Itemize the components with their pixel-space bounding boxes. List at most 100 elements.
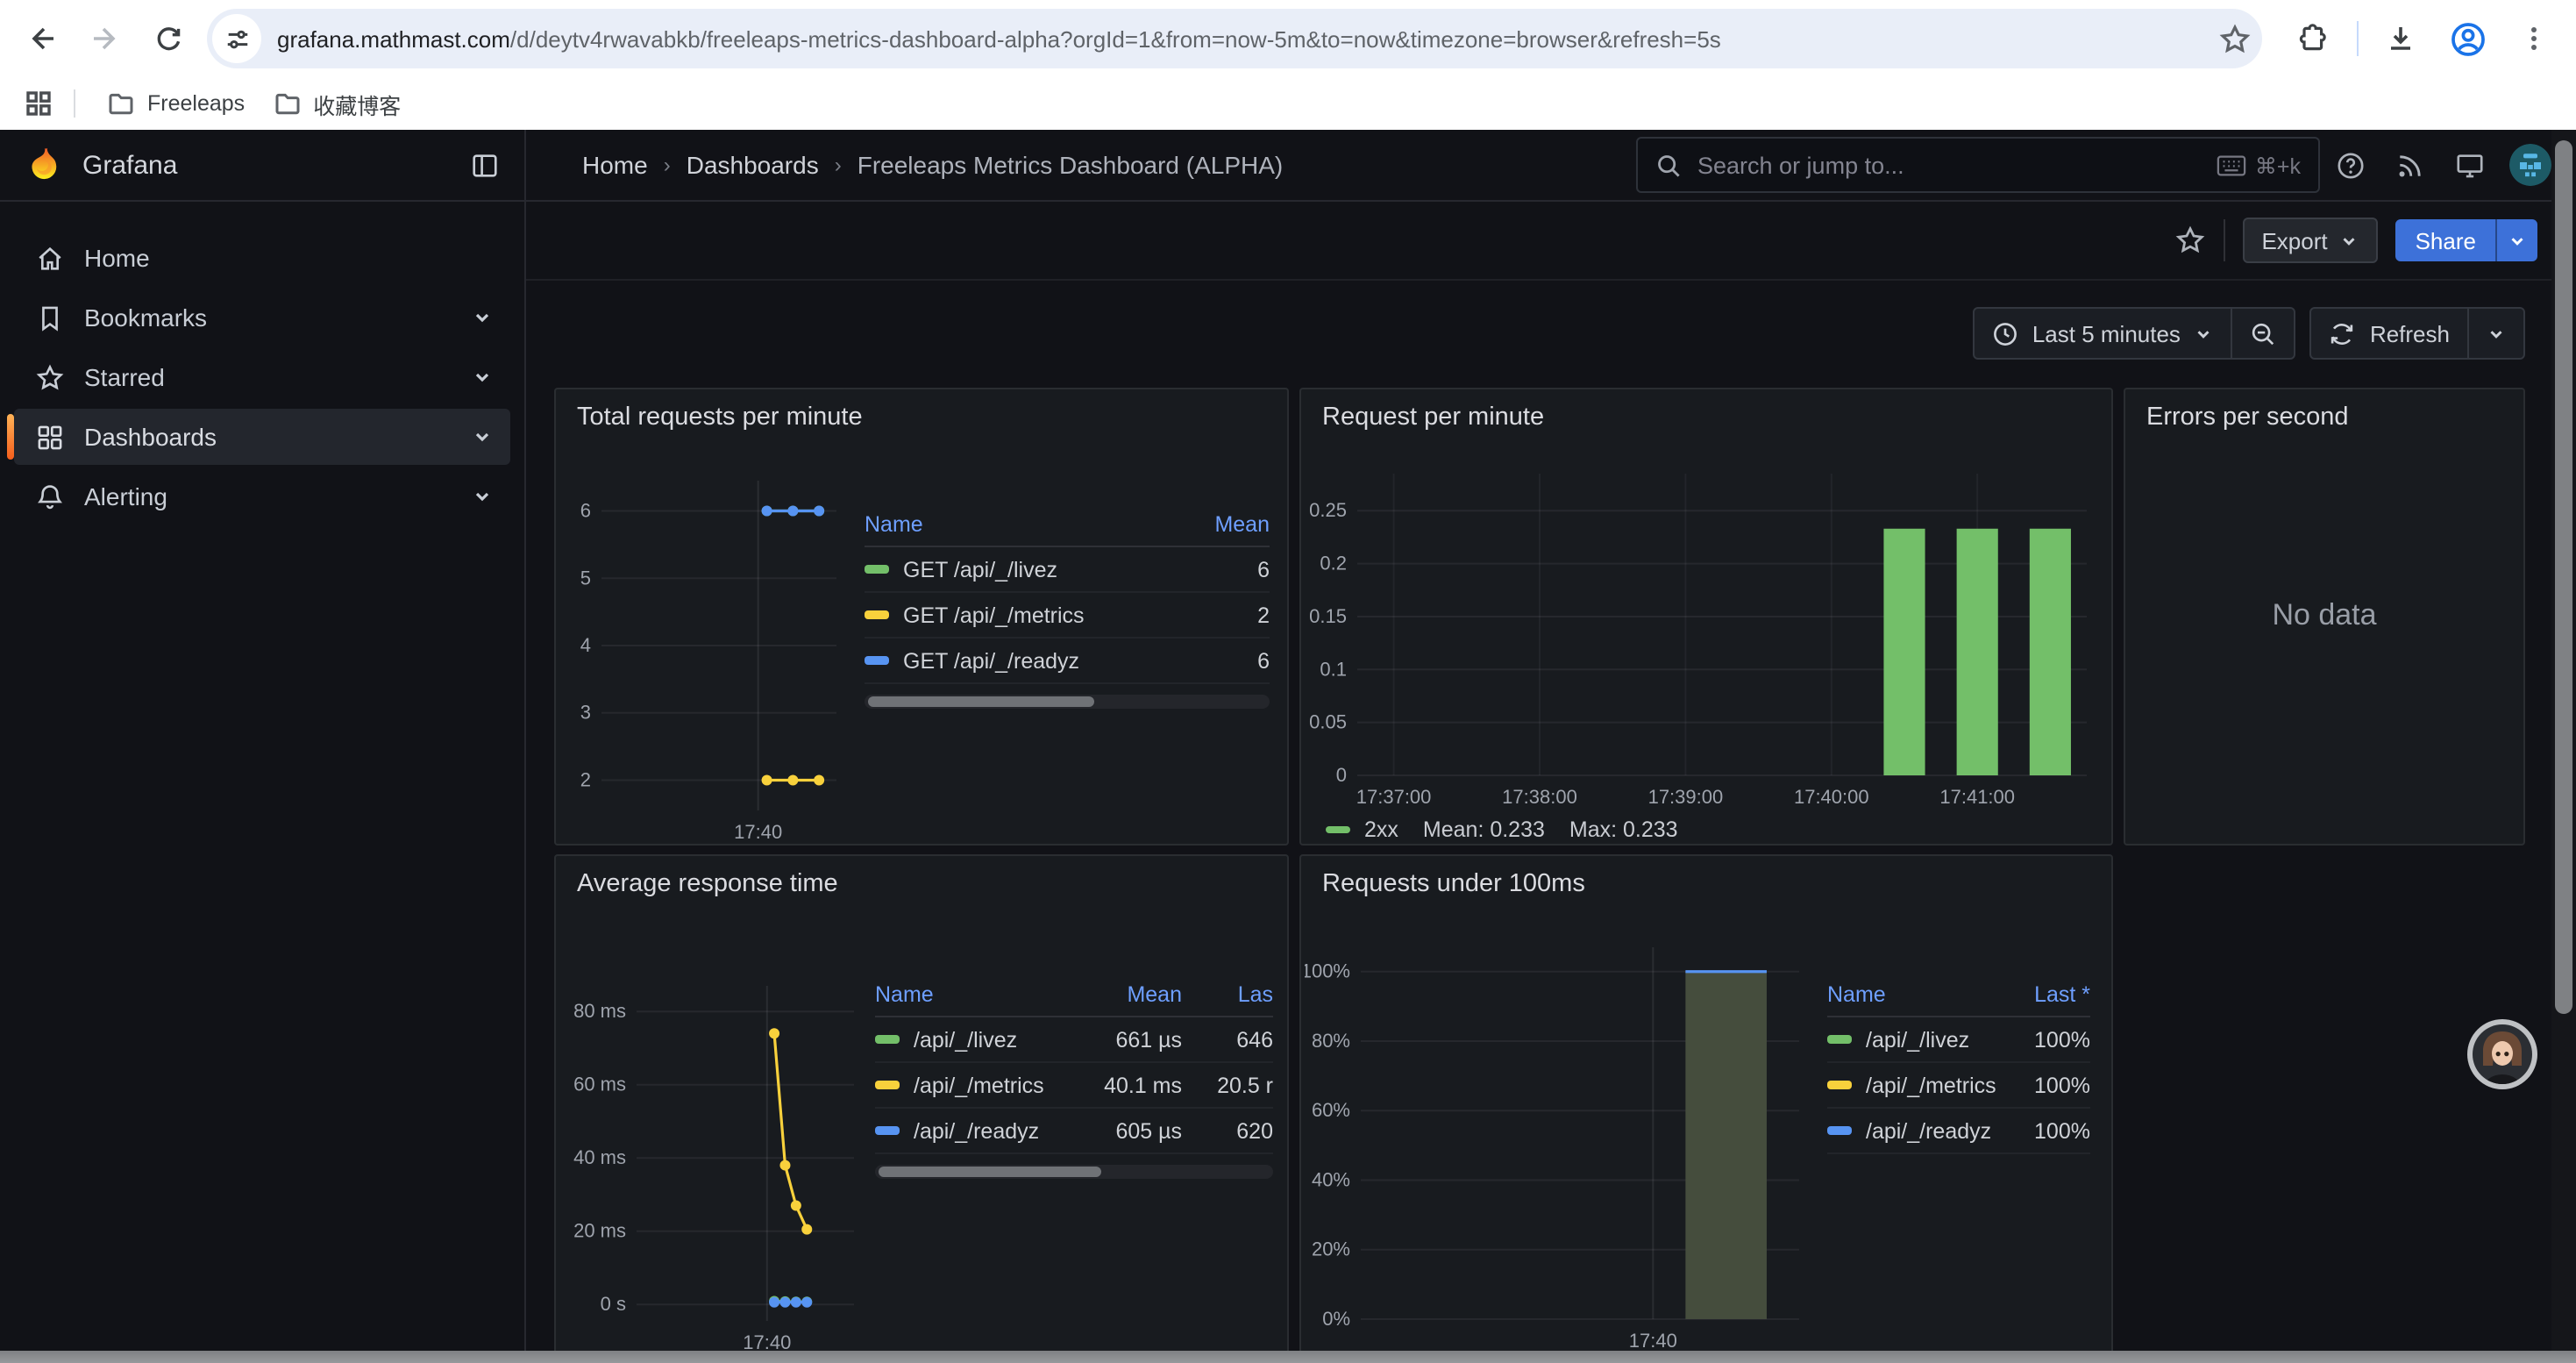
profile-icon[interactable] <box>2443 14 2492 63</box>
legend-row[interactable]: /api/_/livez100% <box>1827 1017 2090 1063</box>
panel-errors-per-second[interactable]: Errors per second No data <box>2124 388 2525 846</box>
legend-row[interactable]: /api/_/livez661 µs646 <box>875 1017 1273 1063</box>
panel-total-requests[interactable]: Total requests per minute 6543217:40 Nam… <box>554 388 1289 846</box>
legend-item[interactable]: 2xx <box>1326 817 1398 842</box>
legend-column-header[interactable]: Mean <box>1077 982 1182 1007</box>
zoom-out-icon <box>2251 320 2277 346</box>
legend-row[interactable]: /api/_/readyz605 µs620 <box>875 1109 1273 1154</box>
chart-legend[interactable]: 2xx Mean: 0.233 Max: 0.233 <box>1326 817 1678 842</box>
refresh-button[interactable]: Refresh <box>2312 309 2467 358</box>
export-button[interactable]: Export <box>2242 218 2378 263</box>
bell-icon <box>35 482 65 511</box>
page-scrollbar[interactable] <box>2551 130 2576 1351</box>
legend-table[interactable]: NameMean Las/api/_/livez661 µs646/api/_/m… <box>875 979 1273 1179</box>
bookmark-label: Freeleaps <box>147 91 245 116</box>
downloads-icon[interactable] <box>2376 14 2425 63</box>
chevron-down-icon[interactable] <box>472 367 493 388</box>
share-label[interactable]: Share <box>2396 219 2495 261</box>
time-range-picker[interactable]: Last 5 minutes <box>1975 309 2231 358</box>
extensions-icon[interactable] <box>2287 14 2336 63</box>
search-icon <box>1655 152 1682 178</box>
sidebar-item-home[interactable]: Home <box>14 230 510 286</box>
toolbar-divider <box>2357 21 2359 56</box>
sidebar-item-starred[interactable]: Starred <box>14 349 510 405</box>
bookmark-folder-freeleaps[interactable]: Freeleaps <box>93 82 259 125</box>
help-icon[interactable] <box>2320 150 2380 180</box>
assistant-avatar[interactable] <box>2467 1019 2537 1089</box>
legend-item[interactable]: Mean: 0.233 <box>1423 817 1545 842</box>
legend-column-header[interactable]: Mean <box>1189 512 1270 537</box>
sidebar-item-alerting[interactable]: Alerting <box>14 468 510 525</box>
legend-row[interactable]: GET /api/_/metrics2 <box>865 593 1270 639</box>
panel-title[interactable]: Request per minute <box>1301 389 2111 432</box>
legend-column-header[interactable]: Last * <box>2010 982 2090 1007</box>
bookmark-folder-blogs[interactable]: 收藏博客 <box>259 82 415 125</box>
legend-row[interactable]: GET /api/_/readyz6 <box>865 639 1270 684</box>
search-placeholder: Search or jump to... <box>1697 152 2217 178</box>
url-bar[interactable]: grafana.mathmast.com/d/deytv4rwavabkb/fr… <box>207 9 2262 68</box>
legend-column-header[interactable]: Name <box>1827 982 2010 1007</box>
panel-title[interactable]: Total requests per minute <box>556 389 1287 432</box>
forward-icon[interactable] <box>81 14 130 63</box>
reload-icon[interactable] <box>144 14 193 63</box>
breadcrumb-separator: › <box>835 153 842 177</box>
share-button[interactable]: Share <box>2396 219 2537 261</box>
user-avatar[interactable] <box>2509 144 2551 186</box>
window-bottom-edge <box>0 1351 2576 1363</box>
legend-item[interactable]: Max: 0.233 <box>1569 817 1678 842</box>
apps-grid-icon[interactable] <box>18 82 60 125</box>
news-icon[interactable] <box>2380 150 2439 180</box>
legend-column-header[interactable]: Name <box>875 982 1077 1007</box>
average-response-time-chart: 80 ms60 ms40 ms20 ms0 s17:40 <box>563 972 865 1351</box>
panel-title[interactable]: Requests under 100ms <box>1301 856 2111 898</box>
svg-text:0 s: 0 s <box>601 1293 626 1315</box>
scrollbar-thumb[interactable] <box>2555 140 2572 1014</box>
browser-menu-icon[interactable] <box>2509 14 2558 63</box>
bookmark-star-icon[interactable] <box>2218 22 2252 55</box>
legend-scrollbar[interactable] <box>865 695 1270 709</box>
legend-column-header[interactable]: Name <box>865 512 1189 537</box>
legend-column-header[interactable]: Las <box>1199 982 1273 1007</box>
legend-scrollbar[interactable] <box>875 1165 1273 1179</box>
legend-row[interactable]: /api/_/readyz100% <box>1827 1109 2090 1154</box>
grafana-logo-icon[interactable] <box>25 146 63 184</box>
zoom-out-button[interactable] <box>2231 309 2295 358</box>
share-menu-button[interactable] <box>2495 219 2537 261</box>
panel-average-response-time[interactable]: Average response time 80 ms60 ms40 ms20 … <box>554 854 1289 1351</box>
legend-row[interactable]: /api/_/metrics100% <box>1827 1063 2090 1109</box>
sidebar-item-bookmarks[interactable]: Bookmarks <box>14 289 510 346</box>
search-input[interactable]: Search or jump to... ⌘+k <box>1636 137 2320 193</box>
panel-request-per-minute[interactable]: Request per minute 0.250.20.150.10.05017… <box>1299 388 2113 846</box>
dock-sidebar-icon[interactable] <box>470 150 500 180</box>
chevron-down-icon[interactable] <box>472 486 493 507</box>
url-text[interactable]: grafana.mathmast.com/d/deytv4rwavabkb/fr… <box>277 25 2218 52</box>
breadcrumb-dashboards[interactable]: Dashboards <box>687 151 819 179</box>
legend-table[interactable]: NameLast * /api/_/livez100%/api/_/metrics… <box>1827 979 2090 1154</box>
kiosk-mode-icon[interactable] <box>2439 150 2499 180</box>
svg-text:60 ms: 60 ms <box>573 1074 626 1095</box>
site-settings-icon[interactable] <box>212 14 261 63</box>
dashboard-actions: Export Share <box>526 202 2576 281</box>
panel-requests-under-100ms[interactable]: Requests under 100ms 100%80%60%40%20%0%1… <box>1299 854 2113 1351</box>
panel-title[interactable]: Errors per second <box>2125 389 2523 432</box>
legend-row[interactable]: GET /api/_/livez6 <box>865 547 1270 593</box>
chevron-down-icon <box>2508 231 2527 250</box>
legend-row[interactable]: /api/_/metrics40.1 ms20.5 r <box>875 1063 1273 1109</box>
series-swatch <box>1827 1036 1852 1044</box>
chevron-down-icon[interactable] <box>472 426 493 447</box>
folder-icon <box>107 89 135 118</box>
export-label: Export <box>2261 227 2327 253</box>
panel-title[interactable]: Average response time <box>556 856 1287 898</box>
browser-toolbar: grafana.mathmast.com/d/deytv4rwavabkb/fr… <box>0 0 2576 77</box>
svg-text:20%: 20% <box>1312 1238 1350 1260</box>
sidebar-item-dashboards[interactable]: Dashboards <box>14 409 510 465</box>
chevron-down-icon[interactable] <box>472 307 493 328</box>
breadcrumb-home[interactable]: Home <box>582 151 648 179</box>
no-data-message: No data <box>2125 598 2523 633</box>
refresh-interval-button[interactable] <box>2467 309 2523 358</box>
back-icon[interactable] <box>18 14 67 63</box>
sidebar-item-label: Bookmarks <box>84 303 472 332</box>
legend-table[interactable]: NameMean GET /api/_/livez6GET /api/_/metr… <box>865 509 1270 709</box>
svg-text:0.25: 0.25 <box>1309 499 1347 521</box>
favorite-star-icon[interactable] <box>2174 225 2205 256</box>
